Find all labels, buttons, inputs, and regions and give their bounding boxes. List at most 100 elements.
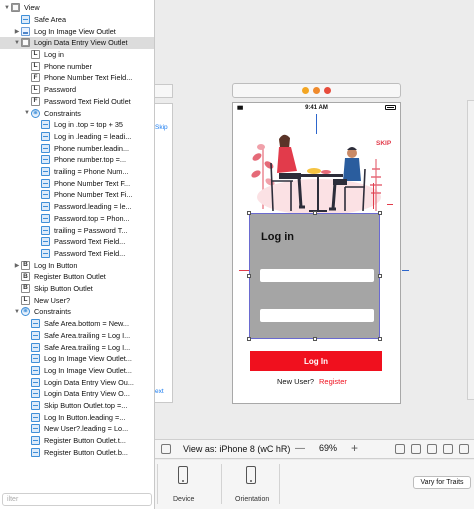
layout-guide-icon (41, 190, 50, 200)
outline-filter-input[interactable]: ilter (2, 493, 152, 506)
portrait-orientation-icon[interactable] (246, 466, 256, 484)
layout-guide-icon (31, 447, 40, 457)
outline-item[interactable]: Log In Button.leading =... (0, 412, 154, 424)
zoom-in-button[interactable]: + (351, 441, 358, 455)
outline-item[interactable]: Password.top = Phon... (0, 213, 154, 225)
outline-item[interactable]: ▶ Log In Image View Outlet (0, 25, 154, 37)
outline-item[interactable]: Log In Image View Outlet... (0, 353, 154, 365)
zoom-level[interactable]: 69% (319, 443, 337, 453)
outline-item[interactable]: L Password (0, 84, 154, 96)
vary-for-traits-button[interactable]: Vary for Traits (413, 476, 471, 489)
layout-guide-icon (41, 248, 50, 258)
phone-number-text-field[interactable] (260, 269, 374, 282)
outline-item[interactable]: ▶ B Log In Button (0, 259, 154, 271)
outline-item[interactable]: Safe Area.trailing = Log I... (0, 330, 154, 342)
resize-handle[interactable] (378, 274, 382, 278)
outline-item-label: Phone Number Text Field... (44, 73, 133, 83)
resize-handle[interactable] (378, 211, 382, 215)
constraint-guide (239, 270, 249, 271)
view-as-device-button[interactable]: View as: iPhone 8 (wC hR) (183, 444, 290, 454)
disclosure-expanded-icon[interactable]: ▼ (3, 5, 11, 11)
outline-item[interactable]: Password Text Field... (0, 236, 154, 248)
outline-item[interactable]: ▼ Login Data Entry View Outlet (0, 37, 154, 49)
outline-item-label: Phone number (44, 61, 92, 71)
outline-item-label: trailing = Phone Num... (54, 167, 129, 177)
outline-item[interactable]: Login Data Entry View O... (0, 388, 154, 400)
outline-item[interactable]: L Log in (0, 49, 154, 61)
outline-item-label: Password.top = Phon... (54, 213, 130, 223)
status-time: 9:41 AM (305, 104, 328, 111)
outline-item[interactable]: B Skip Button Outlet (0, 283, 154, 295)
outline-item[interactable]: ▼ ⊞ Constraints (0, 107, 154, 119)
first-responder-icon[interactable] (313, 87, 320, 94)
layout-guide-icon (31, 412, 40, 422)
exit-icon[interactable] (324, 87, 331, 94)
outline-item[interactable]: Password Text Field... (0, 248, 154, 260)
outline-item-label: Phone number.top =... (54, 155, 127, 165)
outline-item[interactable]: Password.leading = le... (0, 201, 154, 213)
outline-item[interactable]: Log In Image View Outlet... (0, 365, 154, 377)
outline-item[interactable]: Phone number.leadin... (0, 142, 154, 154)
password-text-field[interactable] (260, 309, 374, 322)
outline-item[interactable]: trailing = Password T... (0, 224, 154, 236)
document-outline: ▼ View Safe Area ▶ Log In Image View Outlet ▼… (0, 0, 155, 509)
scene-dock[interactable] (232, 83, 401, 98)
layout-guide-icon (41, 131, 50, 141)
outline-item[interactable]: Safe Area.trailing = Log I... (0, 341, 154, 353)
align-icon[interactable] (411, 444, 421, 454)
add-constraints-icon[interactable] (427, 444, 437, 454)
outline-item[interactable]: Safe Area (0, 14, 154, 26)
skip-button[interactable]: SKIP (376, 140, 391, 147)
resize-handle[interactable] (378, 337, 382, 341)
button-icon: B (21, 284, 30, 294)
disclosure-expanded-icon[interactable]: ▼ (23, 110, 31, 116)
resize-handle[interactable] (247, 274, 251, 278)
outline-item[interactable]: B Register Button Outlet (0, 271, 154, 283)
device-phone-icon[interactable] (178, 466, 188, 484)
login-data-entry-view[interactable]: Log in (247, 211, 382, 341)
label-icon: L (21, 295, 30, 305)
layout-guide-icon (31, 342, 40, 352)
login-illustration-image[interactable] (241, 119, 391, 219)
previous-scene[interactable] (155, 103, 173, 403)
resize-handle[interactable] (313, 337, 317, 341)
view-controller-icon[interactable] (302, 87, 309, 94)
disclosure-expanded-icon[interactable]: ▼ (13, 40, 21, 46)
outline-item[interactable]: L Phone number (0, 61, 154, 73)
log-in-button[interactable]: Log In (250, 351, 382, 371)
disclosure-collapsed-icon[interactable]: ▶ (13, 28, 21, 35)
layout-guide-icon (31, 389, 40, 399)
sidebar-toggle-icon[interactable] (161, 444, 171, 454)
outline-item[interactable]: New User?.leading = Lo... (0, 423, 154, 435)
outline-item[interactable]: Phone Number Text F... (0, 178, 154, 190)
update-frames-icon[interactable] (395, 444, 405, 454)
resize-handle[interactable] (247, 211, 251, 215)
outline-item[interactable]: L New User? (0, 295, 154, 307)
zoom-out-button[interactable]: — (295, 443, 305, 454)
resolve-issues-icon[interactable] (443, 444, 453, 454)
storyboard-canvas[interactable]: Skip ext ▮▮▮ 9:41 AM SKIP Log in Log In … (155, 0, 474, 446)
previous-scene-dock[interactable] (155, 84, 173, 98)
outline-item[interactable]: Register Button Outlet.b... (0, 447, 154, 459)
outline-item[interactable]: Phone number.top =... (0, 154, 154, 166)
outline-item[interactable]: Log in .leading = leadi... (0, 131, 154, 143)
outline-item[interactable]: Log in .top = top + 35 (0, 119, 154, 131)
disclosure-collapsed-icon[interactable]: ▶ (13, 262, 21, 269)
outline-item[interactable]: Register Button Outlet.t... (0, 435, 154, 447)
resize-handle[interactable] (313, 211, 317, 215)
register-button[interactable]: Register (319, 377, 347, 386)
outline-item[interactable]: trailing = Phone Num... (0, 166, 154, 178)
embed-in-icon[interactable] (459, 444, 469, 454)
outline-item[interactable]: Phone Number Text Fi... (0, 189, 154, 201)
outline-item[interactable]: Safe Area.bottom = New... (0, 318, 154, 330)
outline-item-label: Password.leading = le... (54, 202, 132, 212)
resize-handle[interactable] (247, 337, 251, 341)
outline-item[interactable]: ▼ ⊞ Constraints (0, 306, 154, 318)
outline-item[interactable]: Login Data Entry View Ou... (0, 376, 154, 388)
outline-item[interactable]: Skip Button Outlet.top =... (0, 400, 154, 412)
outline-item[interactable]: F Phone Number Text Field... (0, 72, 154, 84)
outline-item[interactable]: ▼ View (0, 2, 154, 14)
next-scene[interactable] (467, 100, 474, 400)
outline-item[interactable]: F Password Text Field Outlet (0, 96, 154, 108)
disclosure-expanded-icon[interactable]: ▼ (13, 309, 21, 315)
